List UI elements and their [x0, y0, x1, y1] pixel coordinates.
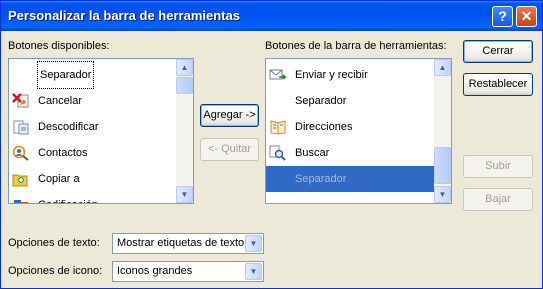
text-options-select[interactable]: Mostrar etiquetas de texto ▼ — [112, 233, 264, 254]
decode-icon — [13, 120, 29, 135]
reset-button[interactable]: Restablecer — [463, 73, 533, 96]
scroll-up-arrow-icon[interactable]: ▲ — [434, 59, 451, 76]
available-list-scrollbar[interactable]: ▲ ▼ — [176, 59, 193, 203]
chevron-down-icon[interactable]: ▼ — [245, 235, 262, 252]
move-down-button[interactable]: Bajar — [463, 188, 533, 211]
encoding-icon — [14, 200, 28, 203]
list-item[interactable]: Separador — [9, 61, 176, 89]
customize-toolbar-dialog: Personalizar la barra de herramientas ? … — [0, 0, 543, 289]
close-window-button[interactable]: ✕ — [516, 6, 537, 27]
scroll-thumb[interactable] — [434, 147, 451, 184]
icon-options-select[interactable]: Iconos grandes ▼ — [112, 261, 264, 282]
remove-button[interactable]: <- Quitar — [200, 138, 259, 161]
list-item[interactable]: Codificación — [9, 192, 176, 203]
send-receive-icon — [269, 69, 287, 80]
list-item[interactable]: Separador — [266, 166, 434, 192]
list-item[interactable]: Separador — [266, 88, 434, 114]
text-options-label: Opciones de texto: — [8, 237, 100, 249]
help-button[interactable]: ? — [492, 6, 513, 27]
toolbar-list-scrollbar[interactable]: ▲ ▼ — [434, 59, 451, 203]
list-item[interactable]: Buscar — [266, 140, 434, 166]
list-item[interactable]: Cancelar — [9, 88, 176, 114]
window-title: Personalizar la barra de herramientas — [8, 8, 240, 23]
add-button[interactable]: Agregar -> — [200, 104, 259, 127]
chevron-down-icon[interactable]: ▼ — [245, 263, 262, 280]
address-book-icon — [270, 120, 286, 135]
close-button[interactable]: Cerrar — [463, 40, 533, 63]
icon-options-value: Iconos grandes — [117, 265, 193, 277]
available-buttons-list[interactable]: Separador Cancelar Descodificar Contacto… — [8, 58, 194, 204]
list-item[interactable]: Descodificar — [9, 114, 176, 140]
available-buttons-label: Botones disponibles: — [8, 40, 110, 52]
find-icon — [269, 145, 286, 161]
move-up-button[interactable]: Subir — [463, 155, 533, 178]
toolbar-buttons-list[interactable]: Enviar y recibir Separador Direcciones B… — [265, 58, 452, 204]
list-item[interactable]: Copiar a — [9, 166, 176, 192]
text-options-value: Mostrar etiquetas de texto — [117, 237, 245, 249]
cancel-icon — [12, 93, 29, 108]
copy-to-icon — [12, 174, 28, 187]
contacts-icon — [12, 145, 29, 161]
scroll-thumb[interactable] — [176, 77, 193, 94]
toolbar-buttons-label: Botones de la barra de herramientas: — [265, 40, 447, 52]
list-item[interactable]: Contactos — [9, 140, 176, 166]
list-item[interactable]: Enviar y recibir — [266, 62, 434, 88]
scroll-down-arrow-icon[interactable]: ▼ — [434, 186, 451, 203]
scroll-up-arrow-icon[interactable]: ▲ — [176, 59, 193, 76]
scroll-down-arrow-icon[interactable]: ▼ — [176, 186, 193, 203]
title-bar[interactable]: Personalizar la barra de herramientas ? … — [1, 1, 542, 31]
list-item[interactable]: Direcciones — [266, 114, 434, 140]
icon-options-label: Opciones de icono: — [8, 265, 103, 277]
